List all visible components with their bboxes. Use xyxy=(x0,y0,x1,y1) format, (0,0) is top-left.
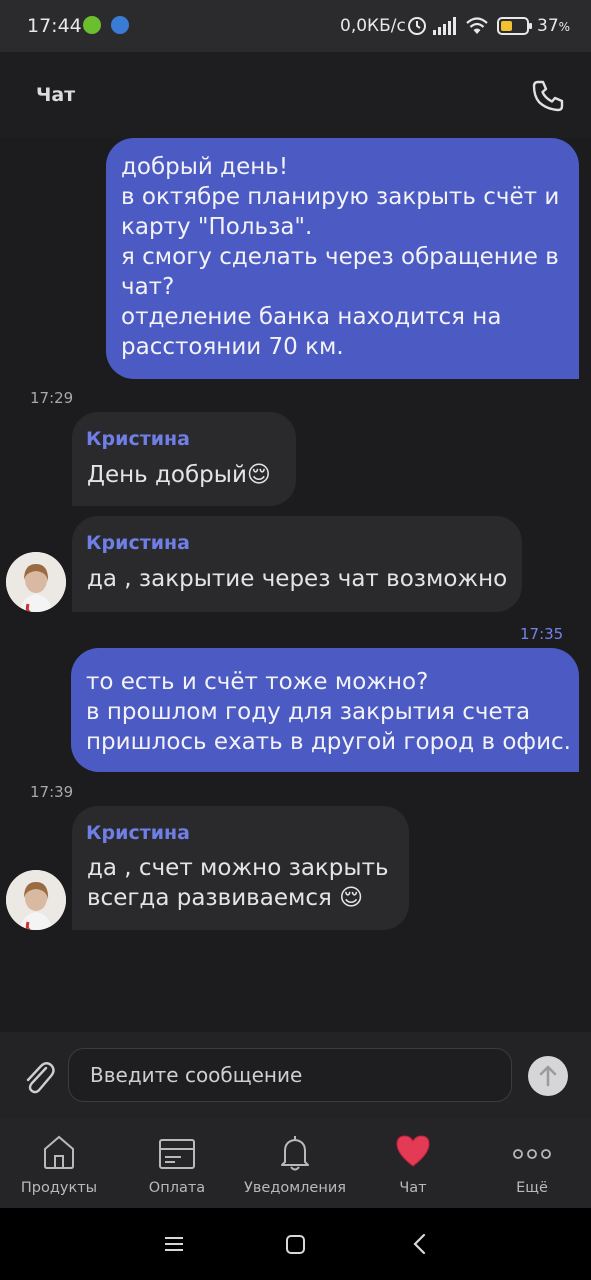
avatar[interactable] xyxy=(6,552,66,612)
sender-name: Кристина xyxy=(86,532,190,554)
signal-icon xyxy=(433,17,456,35)
network-speed: 0,0КБ/с xyxy=(340,16,406,36)
app-notification-icon xyxy=(111,16,129,34)
message-composer xyxy=(0,1032,591,1118)
chat-messages[interactable]: добрый день! в октябре планирую закрыть … xyxy=(0,138,591,1032)
heart-icon xyxy=(396,1135,430,1167)
bottom-tab-bar: Продукты Оплата Уведомления Чат Ещё xyxy=(0,1118,591,1208)
tab-payment[interactable]: Оплата xyxy=(118,1118,236,1208)
message-outgoing: то есть и счёт тоже можно? в прошлом год… xyxy=(71,648,579,772)
tab-more[interactable]: Ещё xyxy=(473,1118,591,1208)
more-icon xyxy=(513,1149,551,1159)
message-text: да , счет можно закрыть всегда развиваем… xyxy=(87,855,389,911)
message-outgoing: добрый день! в октябре планирую закрыть … xyxy=(106,138,579,379)
tab-label: Продукты xyxy=(20,1180,98,1196)
back-icon[interactable] xyxy=(410,1230,430,1258)
tab-label: Чат xyxy=(399,1180,427,1196)
tab-products[interactable]: Продукты xyxy=(0,1118,118,1208)
message-incoming: Кристина День добрый😌 xyxy=(72,412,296,506)
bell-icon xyxy=(281,1136,309,1171)
menu-icon[interactable] xyxy=(163,1230,185,1258)
status-bar: 17:44 0,0КБ/с 37% xyxy=(0,0,591,52)
arrow-up-icon xyxy=(539,1065,557,1087)
message-time: 17:39 xyxy=(30,783,74,801)
battery-icon xyxy=(497,17,532,35)
phone-icon[interactable] xyxy=(530,78,566,114)
sender-name: Кристина xyxy=(86,822,190,844)
send-button[interactable] xyxy=(528,1056,568,1096)
message-input-box[interactable] xyxy=(68,1048,512,1102)
page-title: Чат xyxy=(36,84,76,106)
attach-icon[interactable] xyxy=(20,1056,56,1096)
message-text: да , закрытие через чат возможно xyxy=(87,566,508,592)
home-square-icon[interactable] xyxy=(284,1230,308,1258)
alarm-icon xyxy=(408,17,426,35)
message-input[interactable] xyxy=(69,1049,511,1101)
tab-label: Ещё xyxy=(516,1180,548,1196)
battery-percent: 37% xyxy=(537,16,571,36)
chat-header: Чат xyxy=(0,52,591,138)
message-time: 17:35 xyxy=(520,625,564,643)
status-time: 17:44 xyxy=(27,15,82,37)
sender-name: Кристина xyxy=(86,428,190,450)
card-icon xyxy=(159,1139,195,1169)
message-incoming: Кристина да , закрытие через чат возможн… xyxy=(72,516,522,612)
message-incoming: Кристина да , счет можно закрыть всегда … xyxy=(72,806,409,930)
avatar[interactable] xyxy=(6,870,66,930)
tab-notifications[interactable]: Уведомления xyxy=(236,1118,354,1208)
tab-label: Уведомления xyxy=(244,1180,346,1196)
message-time: 17:29 xyxy=(30,389,74,407)
tab-chat[interactable]: Чат xyxy=(354,1118,472,1208)
system-nav-bar xyxy=(0,1208,591,1280)
message-text: День добрый😌 xyxy=(87,462,271,488)
wifi-icon xyxy=(466,17,488,34)
home-icon xyxy=(44,1135,74,1169)
tab-label: Оплата xyxy=(148,1180,206,1196)
app-notification-icon xyxy=(83,16,101,34)
